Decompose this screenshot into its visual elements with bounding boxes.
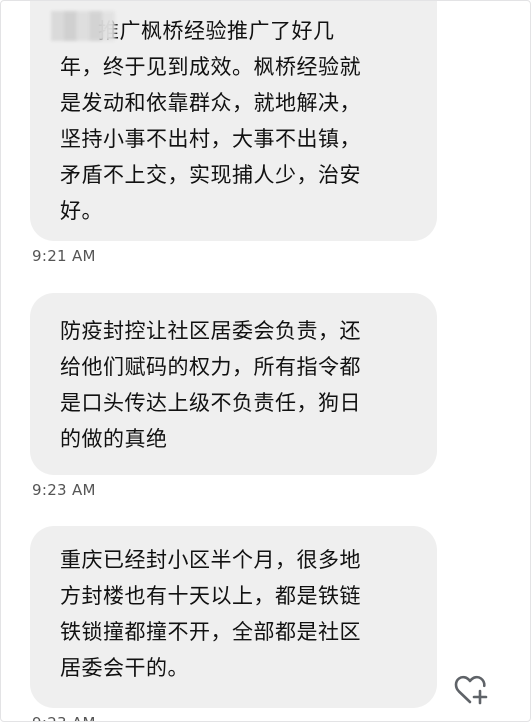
message-text-line: 给他们赋码的权力，所有指令都 <box>60 355 361 379</box>
heart-plus-icon <box>454 675 488 705</box>
message-bubble[interactable]: 防疫封控让社区居委会负责，还 给他们赋码的权力，所有指令都 是口头传达上级不负责… <box>30 293 437 475</box>
message-timestamp: 9:23 AM <box>32 714 96 721</box>
message-text-line: 的做的真绝 <box>60 427 168 451</box>
message-bubble[interactable]: 重庆已经封小区半个月，很多地 方封楼也有十天以上，都是铁链 铁锁撞都撞不开，全部… <box>30 526 437 708</box>
message-text-line: 居委会干的。 <box>60 656 189 680</box>
add-reaction-button[interactable] <box>453 673 489 707</box>
message-text-line: 重庆已经封小区半个月，很多地 <box>60 548 361 572</box>
message-text-line: 方封楼也有十天以上，都是铁链 <box>60 584 361 608</box>
message-text-line: 是口头传达上级不负责任，狗日 <box>60 391 361 415</box>
message-text-line: 是发动和依靠群众，就地解决， <box>60 91 361 115</box>
message-text-line: 防疫封控让社区居委会负责，还 <box>60 319 361 343</box>
message-timestamp: 9:23 AM <box>32 481 96 499</box>
message-timestamp: 9:21 AM <box>32 247 96 265</box>
message-text-line: 铁锁撞都撞不开，全部都是社区 <box>60 620 361 644</box>
message-text-line: 年，终于见到成效。枫桥经验就 <box>60 55 361 79</box>
redacted-blur <box>51 11 115 41</box>
message-text-line: 矛盾不上交，实现捕人少，治安 <box>60 163 361 187</box>
message-text-line: 坚持小事不出村，大事不出镇， <box>60 127 361 151</box>
message-thread: 推广枫桥经验推广了好几 年，终于见到成效。枫桥经验就 是发动和依靠群众，就地解决… <box>0 0 531 722</box>
message-text-line: 好。 <box>60 199 103 223</box>
